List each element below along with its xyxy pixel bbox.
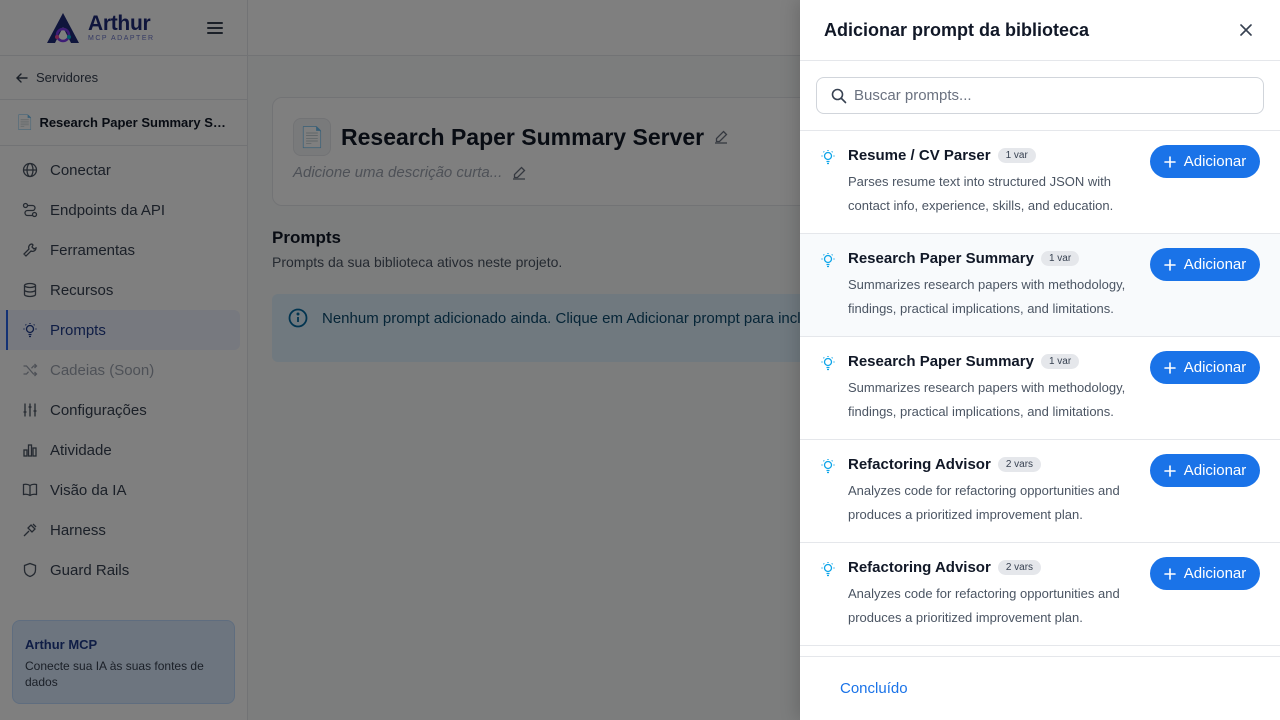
- add-prompt-button[interactable]: Adicionar: [1150, 454, 1260, 487]
- prompt-description: Summarizes research papers with methodol…: [848, 380, 1126, 419]
- lightbulb-icon: [821, 562, 835, 577]
- add-prompt-drawer: Adicionar prompt da biblioteca Resume / …: [800, 0, 1280, 720]
- list-item: Research Paper Summary 1 var Summarizes …: [800, 234, 1280, 337]
- add-label: Adicionar: [1183, 153, 1247, 170]
- prompt-list: Resume / CV Parser 1 var Parses resume t…: [800, 131, 1280, 656]
- done-button[interactable]: Concluído: [840, 680, 908, 697]
- prompt-description: Summarizes research papers with methodol…: [848, 277, 1126, 316]
- add-label: Adicionar: [1183, 565, 1247, 582]
- lightbulb-icon: [821, 150, 835, 165]
- vars-badge: 1 var: [997, 148, 1036, 163]
- search-area: [800, 61, 1280, 131]
- prompt-description: Analyzes code for refactoring opportunit…: [848, 586, 1120, 625]
- close-icon: [1240, 24, 1252, 36]
- add-prompt-button[interactable]: Adicionar: [1150, 248, 1260, 281]
- plus-icon: [1163, 155, 1176, 168]
- plus-icon: [1163, 258, 1176, 271]
- lightbulb-icon: [821, 253, 835, 268]
- vars-badge: 2 vars: [997, 560, 1042, 575]
- close-button[interactable]: [1236, 20, 1256, 40]
- vars-badge: 1 var: [1040, 354, 1080, 369]
- plus-icon: [1163, 464, 1176, 477]
- add-label: Adicionar: [1183, 256, 1247, 273]
- prompt-description: Parses resume text into structured JSON …: [848, 174, 1114, 213]
- prompt-name: Research Paper Summary: [848, 250, 1034, 267]
- add-prompt-button[interactable]: Adicionar: [1150, 351, 1260, 384]
- drawer-header: Adicionar prompt da biblioteca: [800, 0, 1280, 61]
- list-item: Refactoring Advisor 2 vars Analyzes code…: [800, 543, 1280, 646]
- search-icon: [831, 88, 847, 104]
- list-item: Resume / CV Parser 1 var Parses resume t…: [800, 131, 1280, 234]
- drawer-title: Adicionar prompt da biblioteca: [824, 19, 1090, 40]
- vars-badge: 2 vars: [997, 457, 1042, 472]
- prompt-description: Analyzes code for refactoring opportunit…: [848, 483, 1120, 522]
- prompt-name: Research Paper Summary: [848, 353, 1034, 370]
- prompt-name: Refactoring Advisor: [848, 456, 991, 473]
- list-item: Research Paper Summary 1 var Summarizes …: [800, 337, 1280, 440]
- plus-icon: [1163, 567, 1176, 580]
- list-item: Refactoring Advisor 2 vars Analyzes code…: [800, 440, 1280, 543]
- search-input[interactable]: [817, 78, 1263, 113]
- add-prompt-button[interactable]: Adicionar: [1150, 557, 1260, 590]
- drawer-footer: Concluído: [800, 656, 1280, 720]
- search-box: [816, 77, 1264, 114]
- prompt-name: Resume / CV Parser: [848, 147, 991, 164]
- lightbulb-icon: [821, 459, 835, 474]
- add-label: Adicionar: [1183, 359, 1247, 376]
- lightbulb-icon: [821, 356, 835, 371]
- add-prompt-button[interactable]: Adicionar: [1150, 145, 1260, 178]
- add-label: Adicionar: [1183, 462, 1247, 479]
- prompt-name: Refactoring Advisor: [848, 559, 991, 576]
- vars-badge: 1 var: [1040, 251, 1080, 266]
- plus-icon: [1163, 361, 1176, 374]
